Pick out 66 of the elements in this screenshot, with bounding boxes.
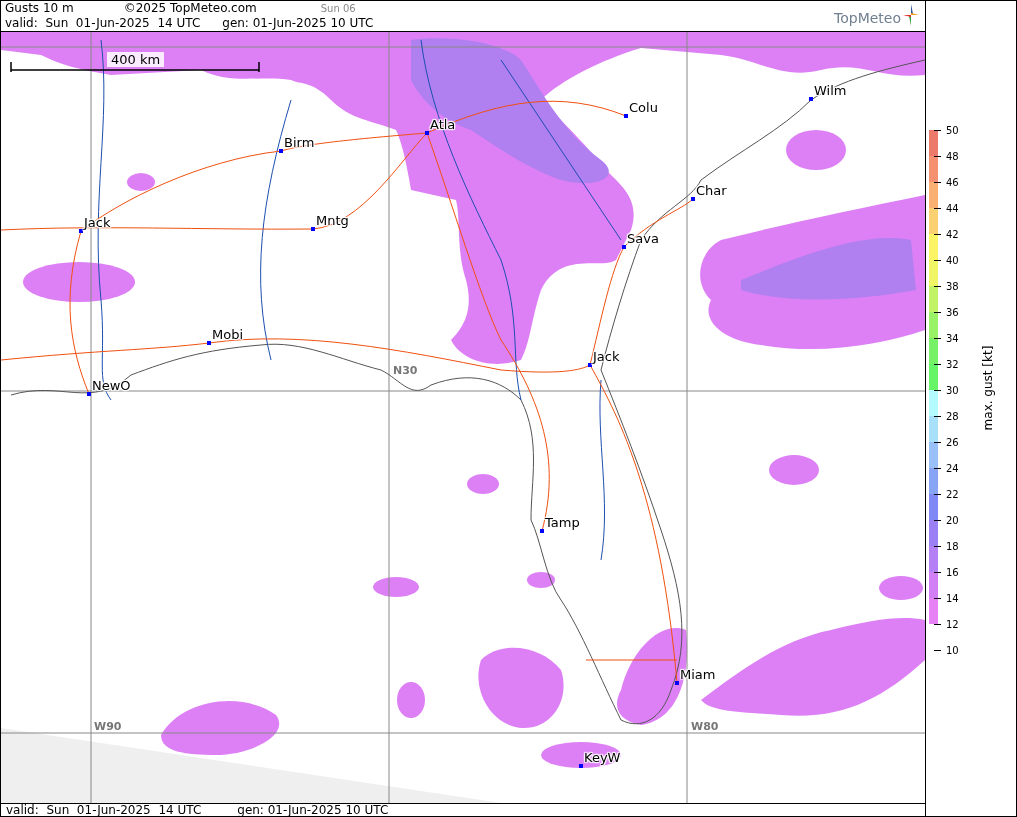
scale-tick-label: 14 [946, 592, 959, 604]
gust-area [397, 682, 425, 718]
scale-tick-label: 44 [946, 202, 959, 214]
scale-tick-label: 12 [946, 618, 959, 630]
grid-label: N30 [393, 364, 418, 377]
gust-area [527, 572, 555, 588]
gust-area [467, 474, 499, 494]
logo-text: TopMeteo [834, 11, 901, 26]
valid-time: valid: Sun 01-Jun-2025 14 UTC [5, 16, 201, 31]
gust-area [786, 130, 846, 170]
city-label: Colu [629, 100, 658, 115]
gust-area [879, 576, 923, 600]
city-marker [79, 229, 83, 233]
gust-area [127, 173, 155, 191]
city-label: Miam [680, 667, 716, 682]
valid-time: valid: Sun 01-Jun-2025 14 UTC [6, 804, 202, 816]
scale-tick-label: 50 [946, 124, 959, 136]
scale-tick-label: 28 [946, 410, 959, 422]
gust-area [769, 455, 819, 485]
city-marker [279, 149, 283, 153]
scale-tick-label: 18 [946, 540, 959, 552]
scale-tick-label: 32 [946, 358, 959, 370]
city-marker [624, 114, 628, 118]
scale-tick-label: 30 [946, 384, 959, 396]
city-marker [425, 131, 429, 135]
legend-title: max. gust [kt] [981, 345, 996, 431]
city-marker [675, 681, 679, 685]
scale-tick-label: 36 [946, 306, 959, 318]
city-label: Jack [593, 349, 620, 364]
city-label: Birm [284, 135, 315, 150]
city-marker [311, 227, 315, 231]
map-title: Gusts 10 m [5, 1, 74, 16]
scale-tick-label: 16 [946, 566, 959, 578]
city-label: Mobi [212, 327, 244, 342]
city-marker [579, 764, 583, 768]
city-label: Wilm [814, 83, 847, 98]
copyright-text: ©2025 TopMeteo.com [123, 1, 257, 16]
city-label: NewO [92, 378, 131, 393]
generated-time: gen: 01-Jun-2025 10 UTC [222, 16, 374, 31]
scale-tick-label: 22 [946, 488, 959, 500]
scale-tick-label: 24 [946, 462, 959, 474]
scale-tick-label: 46 [946, 176, 959, 188]
scale-tick-label: 48 [946, 150, 959, 162]
city-marker [207, 341, 211, 345]
grid-label: W80 [691, 720, 719, 733]
scale-label: 400 km [107, 52, 165, 67]
grid-label: W90 [94, 720, 122, 733]
scale-tick-label: 10 [946, 644, 959, 656]
compass-star-icon [903, 4, 919, 26]
scale-tick-label: 26 [946, 436, 959, 448]
scale-tick-label: 20 [946, 514, 959, 526]
city-marker [87, 392, 91, 396]
city-marker [622, 245, 626, 249]
city-marker [691, 197, 695, 201]
city-label: Char [696, 183, 727, 198]
city-label: KeyW [584, 750, 621, 765]
city-label: Tamp [545, 515, 580, 530]
generated-time: gen: 01-Jun-2025 10 UTC [237, 804, 389, 816]
scale-tick-label: 38 [946, 280, 959, 292]
city-marker [809, 97, 813, 101]
day-label: Sun 06 [320, 2, 356, 16]
scale-tick-label: 40 [946, 254, 959, 266]
city-marker [540, 529, 544, 533]
scale-tick-label: 34 [946, 332, 959, 344]
scale-tick-label: 42 [946, 228, 959, 240]
gust-area [373, 577, 419, 597]
